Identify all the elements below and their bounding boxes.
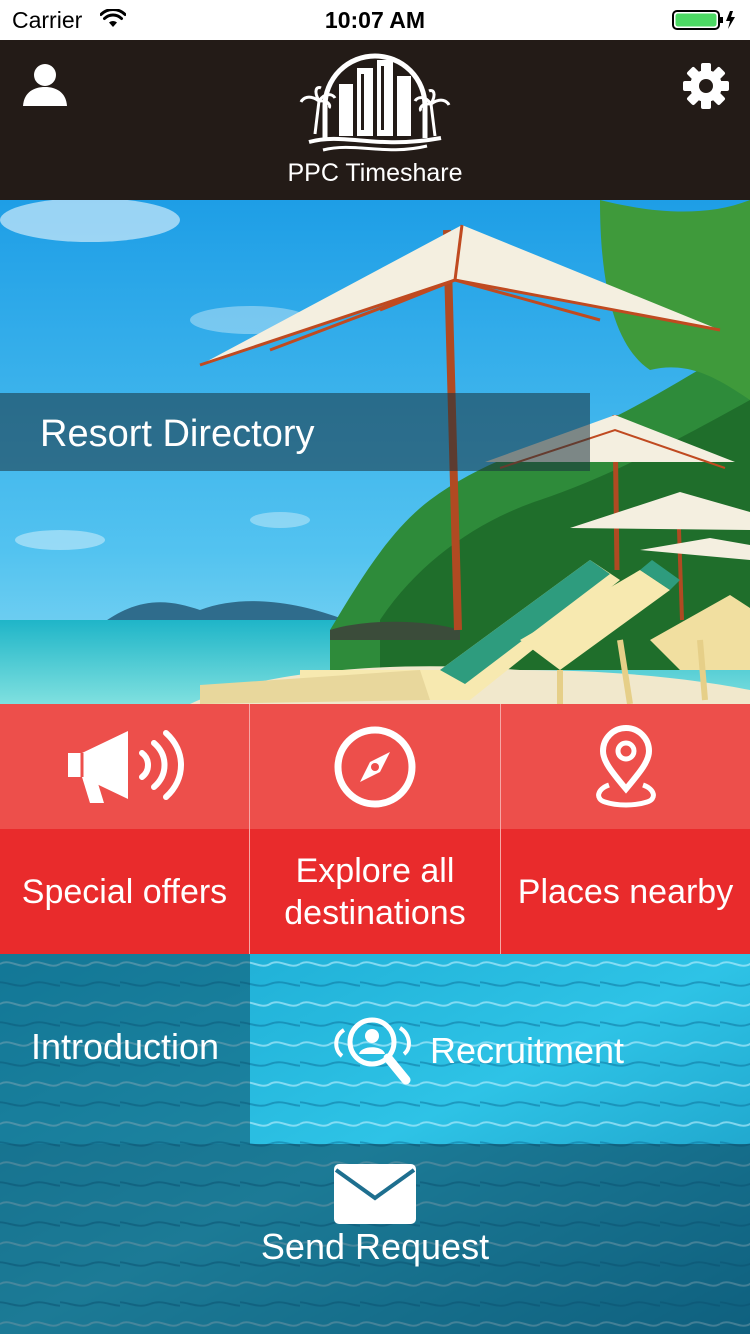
recruitment-label: Recruitment bbox=[430, 1030, 625, 1071]
map-pin-icon bbox=[595, 724, 656, 807]
profile-button[interactable] bbox=[22, 62, 68, 108]
introduction-label: Introduction bbox=[30, 1026, 220, 1067]
user-icon bbox=[23, 64, 67, 106]
compass-icon bbox=[334, 726, 416, 807]
places-nearby-label: Places nearby bbox=[517, 872, 734, 911]
resort-directory-banner[interactable]: Resort Directory bbox=[0, 200, 750, 704]
resort-directory-title: Resort Directory bbox=[40, 413, 315, 455]
brand-logo bbox=[295, 46, 455, 156]
special-offers-icon-area bbox=[0, 704, 249, 829]
places-nearby-tile[interactable]: Places nearby bbox=[501, 704, 750, 954]
special-offers-label: Special offers bbox=[21, 872, 228, 911]
status-bar: Carrier 10:07 AM bbox=[0, 0, 750, 40]
send-request-label: Send Request bbox=[260, 1226, 490, 1267]
megaphone-icon bbox=[67, 729, 184, 803]
envelope-icon bbox=[334, 1164, 416, 1229]
brand-name: PPC Timeshare bbox=[287, 159, 463, 187]
special-offers-tile[interactable]: Special offers bbox=[0, 704, 249, 954]
battery-icon bbox=[672, 9, 738, 36]
send-request-tile[interactable]: Send Request bbox=[0, 1144, 750, 1334]
gear-icon bbox=[683, 63, 729, 109]
explore-destinations-icon-area bbox=[250, 704, 500, 829]
hero-title-bar: Resort Directory bbox=[0, 393, 590, 471]
explore-destinations-label: Explore all destinations bbox=[284, 851, 466, 932]
places-nearby-icon-area bbox=[501, 704, 750, 829]
explore-destinations-tile[interactable]: Explore all destinations bbox=[250, 704, 500, 954]
status-time: 10:07 AM bbox=[324, 7, 426, 33]
app-header: PPC Timeshare bbox=[0, 40, 750, 200]
introduction-tile[interactable]: Introduction bbox=[0, 954, 250, 1144]
recruitment-tile[interactable]: Recruitment bbox=[250, 954, 750, 1144]
pool-menu: Introduction Recruitment Send Request bbox=[0, 954, 750, 1334]
recruitment-search-icon bbox=[328, 1014, 420, 1091]
settings-button[interactable] bbox=[682, 62, 730, 110]
